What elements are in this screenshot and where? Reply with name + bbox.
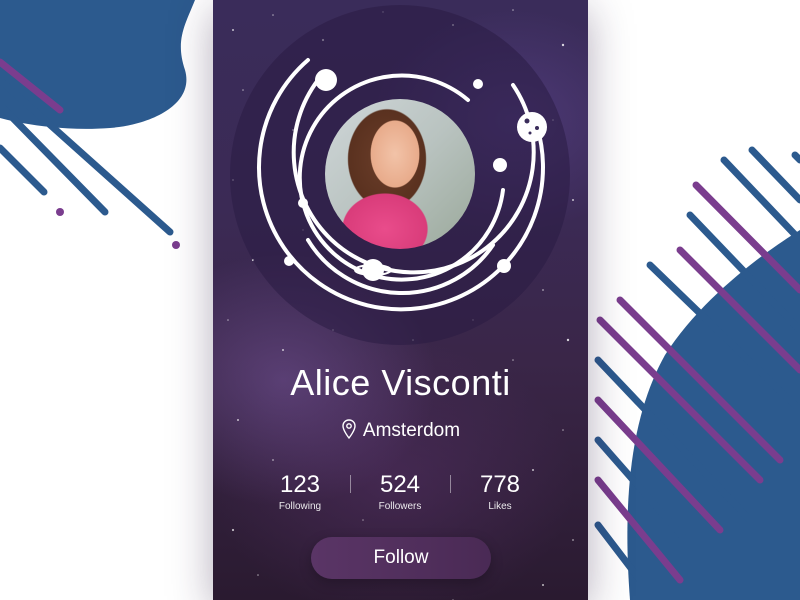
stat-label: Likes — [488, 501, 512, 512]
profile-location: Amsterdom — [213, 419, 588, 442]
stat-following[interactable]: 123 Following — [250, 470, 350, 514]
stat-label: Following — [278, 501, 322, 512]
stat-followers[interactable]: 524 Followers — [350, 470, 450, 514]
stat-value: 778 — [479, 471, 521, 498]
stat-label: Followers — [378, 501, 422, 512]
location-pin-icon — [342, 419, 356, 439]
stat-value: 123 — [279, 471, 321, 498]
stat-value: 524 — [379, 471, 421, 498]
profile-name: Alice Visconti — [290, 362, 511, 403]
profile-card: Alice Visconti Amsterdom 123 Following 5… — [213, 0, 588, 600]
follow-button[interactable]: Follow — [311, 537, 491, 579]
stat-likes[interactable]: 778 Likes — [450, 470, 550, 514]
location-text: Amsterdom — [362, 420, 461, 441]
avatar — [325, 99, 475, 249]
